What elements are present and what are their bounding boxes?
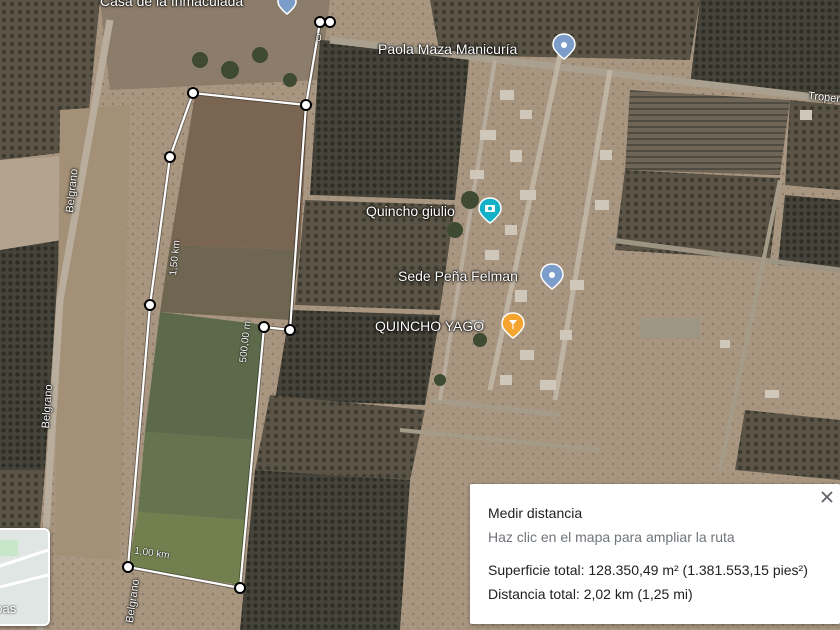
route-vertex — [314, 16, 326, 28]
total-area: Superficie total: 128.350,49 m² (1.381.5… — [488, 562, 808, 578]
field — [138, 432, 255, 520]
field — [0, 470, 45, 530]
total-distance: Distancia total: 2,02 km (1,25 mi) — [488, 586, 693, 602]
field — [240, 470, 410, 630]
field — [625, 90, 790, 175]
route-vertex — [164, 151, 176, 163]
close-icon[interactable] — [818, 488, 836, 506]
route-vertex — [187, 87, 199, 99]
poi-label-casa[interactable]: Casa de la Inmaculada — [100, 0, 243, 9]
field — [255, 395, 425, 480]
layers-toggle[interactable]: apas — [0, 528, 50, 626]
route-vertex — [234, 582, 246, 594]
poi-label-quincho-giulio[interactable]: Quincho giulio — [366, 203, 455, 219]
poi-label-paola[interactable]: Paola Maza Manicuría — [378, 41, 517, 57]
poi-label-sede[interactable]: Sede Peña Felman — [398, 268, 518, 284]
poi-label-quincho-yago[interactable]: QUINCHO YAGO — [375, 318, 484, 334]
route-vertex — [284, 324, 296, 336]
route-vertex — [122, 561, 134, 573]
field — [55, 105, 130, 560]
field — [310, 40, 470, 200]
panel-hint: Haz clic en el mapa para ampliar la ruta — [488, 529, 735, 545]
route-vertex — [144, 299, 156, 311]
route-vertex — [324, 16, 336, 28]
route-vertex — [258, 321, 270, 333]
panel-title: Medir distancia — [488, 505, 583, 521]
field — [785, 100, 840, 190]
layers-label: apas — [0, 601, 17, 616]
route-vertex — [300, 99, 312, 111]
field — [690, 0, 840, 95]
measure-label-top: 0 — [316, 33, 322, 44]
field — [615, 170, 780, 260]
field — [778, 195, 840, 270]
field — [735, 410, 840, 480]
measure-distance-panel: Medir distancia Haz clic en el mapa para… — [470, 484, 840, 624]
